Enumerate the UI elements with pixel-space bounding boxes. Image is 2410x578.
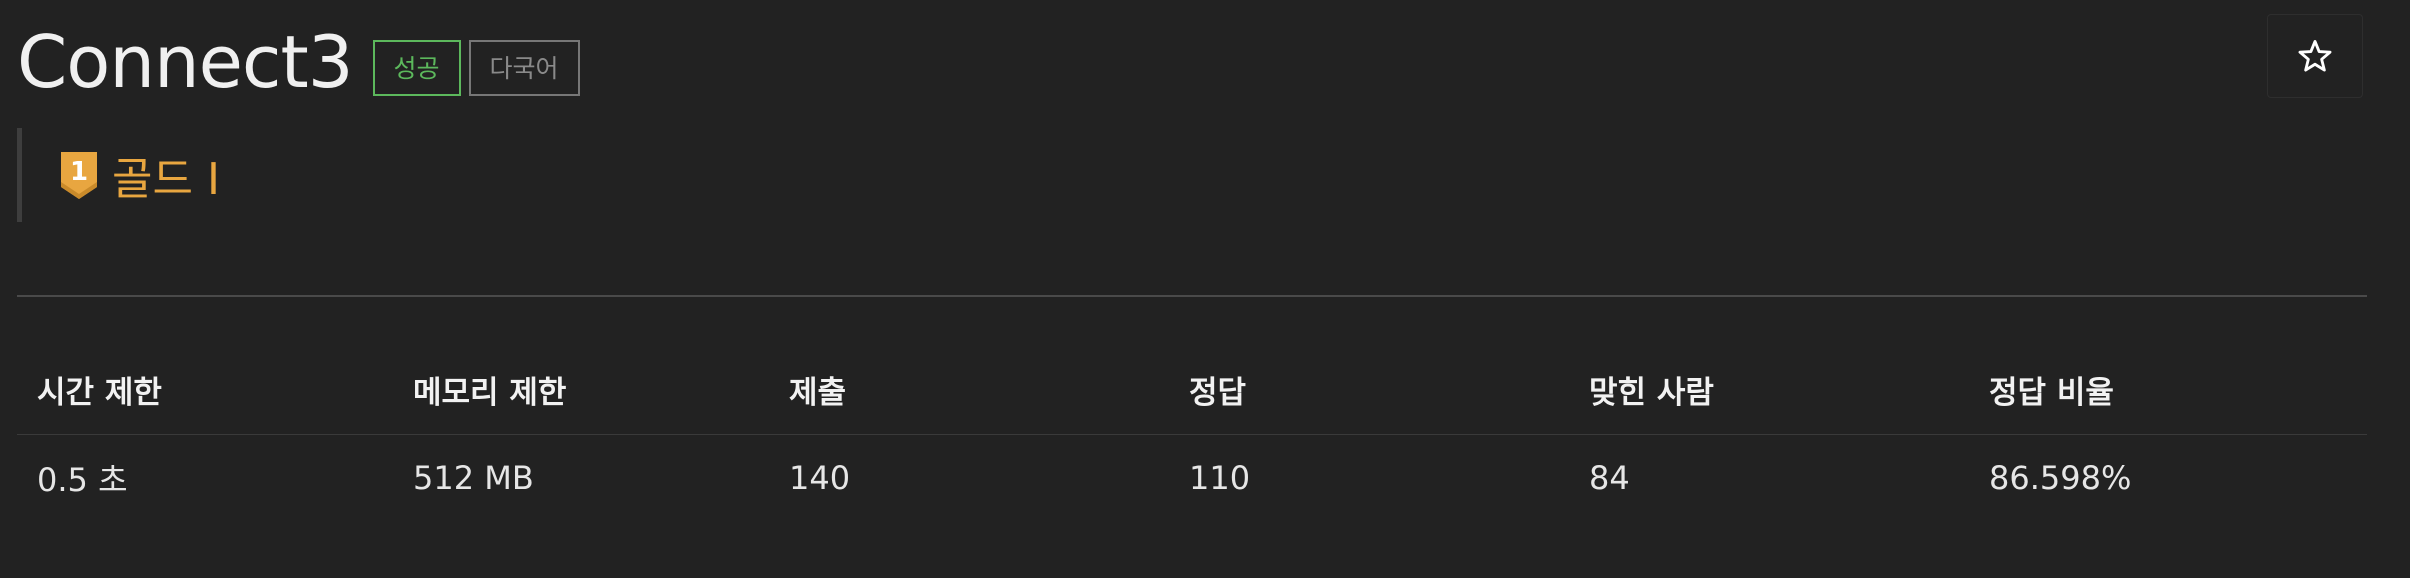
tier-quote-block: 1 골드 I [17,128,617,222]
header-accepted: 정답 [1189,375,1247,411]
value-accepted[interactable]: 110 [1169,435,1569,521]
status-badge-success: 성공 [372,40,461,96]
problem-info-table: 시간 제한 메모리 제한 제출 정답 맞힌 사람 정답 비율 0.5 초 512… [17,345,2367,521]
divider [17,295,2367,297]
star-outline-icon [2298,40,2332,72]
problem-page: Connect3 성공 다국어 1 골드 I 시간 제한 메모리 제한 제출 정… [0,0,2410,578]
value-accept-ratio: 86.598% [1989,459,2132,497]
header-solved-users: 맞힌 사람 [1589,375,1714,411]
value-memory-limit: 512 MB [413,459,534,497]
tier-badge-number: 1 [70,157,88,187]
header-accept-ratio: 정답 비율 [1989,375,2114,411]
favorite-button[interactable] [2267,14,2363,98]
value-solved-users[interactable]: 84 [1569,435,1969,521]
problem-header: Connect3 성공 다국어 [17,18,580,106]
status-badge-multilang: 다국어 [468,40,580,96]
gold-tier-1-icon: 1 [61,152,97,199]
header-time-limit: 시간 제한 [37,375,162,411]
table-header-row: 시간 제한 메모리 제한 제출 정답 맞힌 사람 정답 비율 [17,345,2367,435]
value-submissions[interactable]: 140 [769,435,1169,521]
table-row: 0.5 초 512 MB 140 110 84 86.598% [17,435,2367,521]
value-time-limit: 0.5 초 [37,461,128,499]
problem-title: Connect3 [17,20,354,104]
header-submissions: 제출 [789,375,847,411]
header-memory-limit: 메모리 제한 [413,375,567,411]
tier-label[interactable]: 골드 I [112,143,220,207]
